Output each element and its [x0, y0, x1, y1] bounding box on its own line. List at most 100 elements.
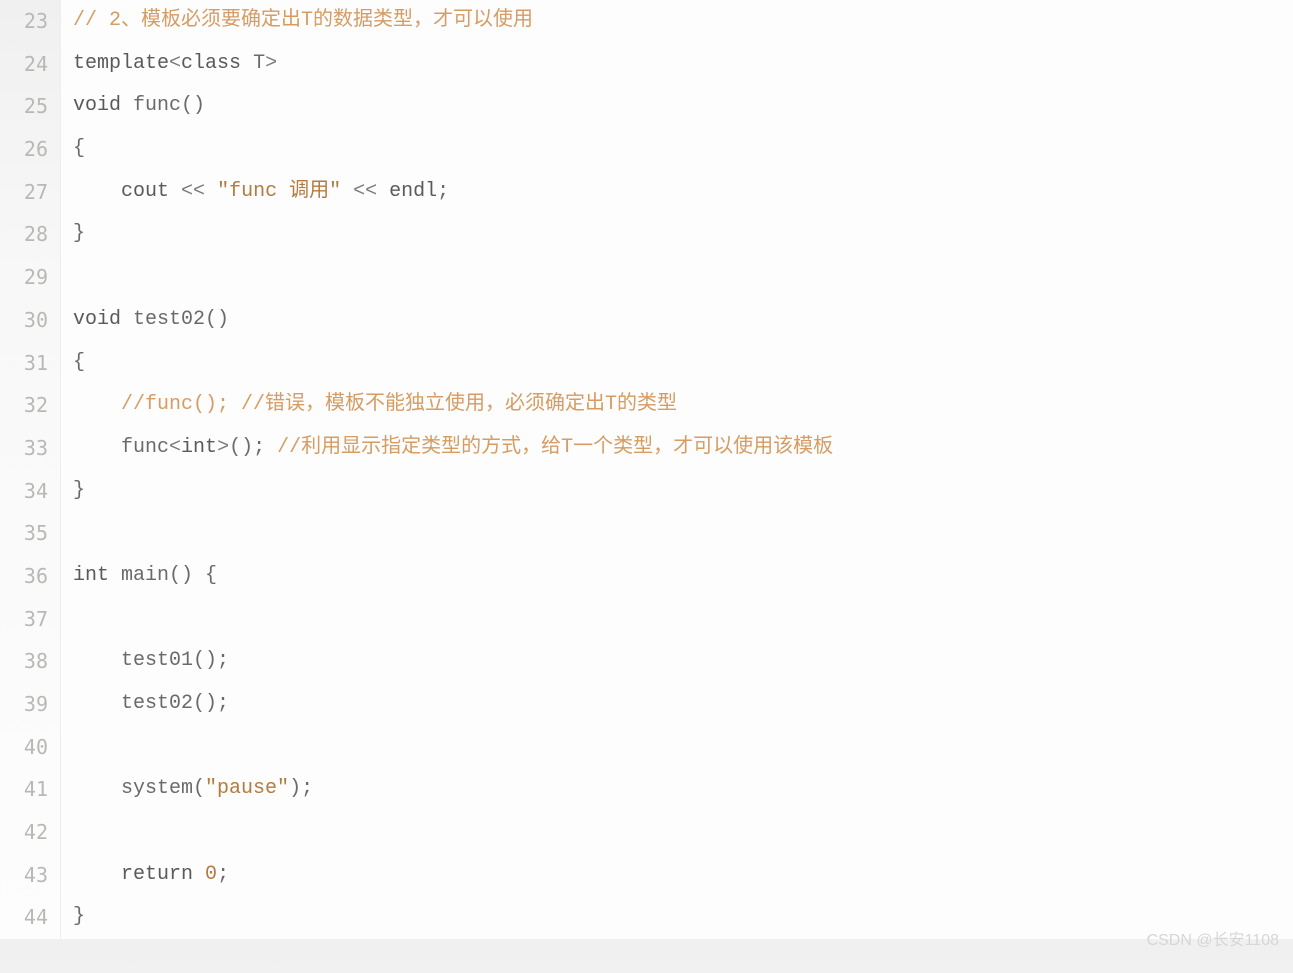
token-punct: () — [181, 94, 205, 117]
token-comment: // 2、模板必须要确定出T的数据类型，才可以使用 — [73, 9, 533, 32]
token-keyword: int — [181, 436, 217, 459]
code-line[interactable]: } — [73, 213, 1293, 256]
line-number: 36 — [0, 555, 48, 598]
token-punct: } — [73, 905, 85, 928]
line-number: 32 — [0, 384, 48, 427]
token-punct: ( — [193, 777, 205, 800]
token-func: system — [121, 777, 193, 800]
token-plain — [193, 863, 205, 886]
token-punct: } — [73, 479, 85, 502]
token-plain — [241, 52, 253, 75]
token-func: test01 — [121, 649, 193, 672]
code-line[interactable]: } — [73, 896, 1293, 939]
token-punct: (); — [193, 649, 229, 672]
token-op: << — [353, 180, 377, 203]
token-punct: { — [73, 137, 85, 160]
code-line[interactable]: } — [73, 470, 1293, 513]
token-plain — [265, 436, 277, 459]
code-line[interactable] — [73, 512, 1293, 555]
token-punct: (); — [193, 692, 229, 715]
token-op: < — [169, 52, 181, 75]
code-line[interactable] — [73, 598, 1293, 641]
token-comment: //func(); //错误，模板不能独立使用，必须确定出T的类型 — [121, 393, 677, 416]
line-number: 29 — [0, 256, 48, 299]
token-func: main — [121, 564, 169, 587]
line-number: 35 — [0, 512, 48, 555]
code-line[interactable] — [73, 726, 1293, 769]
code-line[interactable] — [73, 811, 1293, 854]
token-op: < — [169, 436, 181, 459]
token-plain — [73, 777, 121, 800]
line-number-gutter: 2324252627282930313233343536373839404142… — [0, 0, 60, 939]
token-plain — [73, 393, 121, 416]
code-area[interactable]: // 2、模板必须要确定出T的数据类型，才可以使用 template<class … — [60, 0, 1293, 939]
token-plain — [73, 649, 121, 672]
token-keyword: template — [73, 52, 169, 75]
token-plain — [341, 180, 353, 203]
token-punct: ; — [437, 180, 449, 203]
watermark-text: CSDN @长安1108 — [1147, 920, 1279, 963]
token-plain — [73, 692, 121, 715]
line-number: 24 — [0, 43, 48, 86]
line-number: 39 — [0, 683, 48, 726]
code-line[interactable]: void func() — [73, 85, 1293, 128]
token-func: func — [121, 436, 169, 459]
token-plain: cout — [121, 180, 181, 203]
token-string: "pause" — [205, 777, 289, 800]
line-number: 42 — [0, 811, 48, 854]
line-number: 41 — [0, 768, 48, 811]
line-number: 28 — [0, 213, 48, 256]
code-line[interactable]: cout << "func 调用" << endl; — [73, 171, 1293, 214]
code-line[interactable]: func<int>(); //利用显示指定类型的方式，给T一个类型，才可以使用该… — [73, 427, 1293, 470]
token-op: > — [265, 52, 277, 75]
token-keyword: int — [73, 564, 109, 587]
code-line[interactable]: test02(); — [73, 683, 1293, 726]
line-number: 30 — [0, 299, 48, 342]
token-func: test02 — [133, 308, 205, 331]
line-number: 34 — [0, 470, 48, 513]
token-punct: (); — [229, 436, 265, 459]
line-number: 33 — [0, 427, 48, 470]
code-editor: 2324252627282930313233343536373839404142… — [0, 0, 1293, 939]
token-punct: ; — [217, 863, 229, 886]
code-line[interactable]: { — [73, 128, 1293, 171]
code-line[interactable]: // 2、模板必须要确定出T的数据类型，才可以使用 — [73, 0, 1293, 43]
token-plain — [109, 564, 121, 587]
token-type: T — [253, 52, 265, 75]
line-number: 43 — [0, 854, 48, 897]
code-line[interactable]: { — [73, 342, 1293, 385]
code-line[interactable]: int main() { — [73, 555, 1293, 598]
token-plain — [73, 436, 121, 459]
line-number: 40 — [0, 726, 48, 769]
line-number: 26 — [0, 128, 48, 171]
line-number: 44 — [0, 896, 48, 939]
token-keyword: void — [73, 94, 121, 117]
code-line[interactable]: system("pause"); — [73, 768, 1293, 811]
token-func: func — [133, 94, 181, 117]
token-plain — [121, 94, 133, 117]
code-line[interactable]: template<class T> — [73, 43, 1293, 86]
token-op: << — [181, 180, 205, 203]
token-plain — [73, 863, 121, 886]
token-plain — [205, 180, 217, 203]
token-punct: } — [73, 222, 85, 245]
line-number: 25 — [0, 85, 48, 128]
token-func: test02 — [121, 692, 193, 715]
code-line[interactable]: return 0; — [73, 854, 1293, 897]
token-punct: () { — [169, 564, 217, 587]
token-keyword: return — [121, 863, 193, 886]
code-line[interactable] — [73, 256, 1293, 299]
code-line[interactable]: test01(); — [73, 640, 1293, 683]
token-plain — [73, 180, 121, 203]
token-plain: endl — [377, 180, 437, 203]
token-plain — [121, 308, 133, 331]
code-line[interactable]: void test02() — [73, 299, 1293, 342]
line-number: 37 — [0, 598, 48, 641]
token-keyword: class — [181, 52, 241, 75]
token-op: > — [217, 436, 229, 459]
line-number: 31 — [0, 342, 48, 385]
token-punct: { — [73, 351, 85, 374]
line-number: 23 — [0, 0, 48, 43]
line-number: 27 — [0, 171, 48, 214]
code-line[interactable]: //func(); //错误，模板不能独立使用，必须确定出T的类型 — [73, 384, 1293, 427]
